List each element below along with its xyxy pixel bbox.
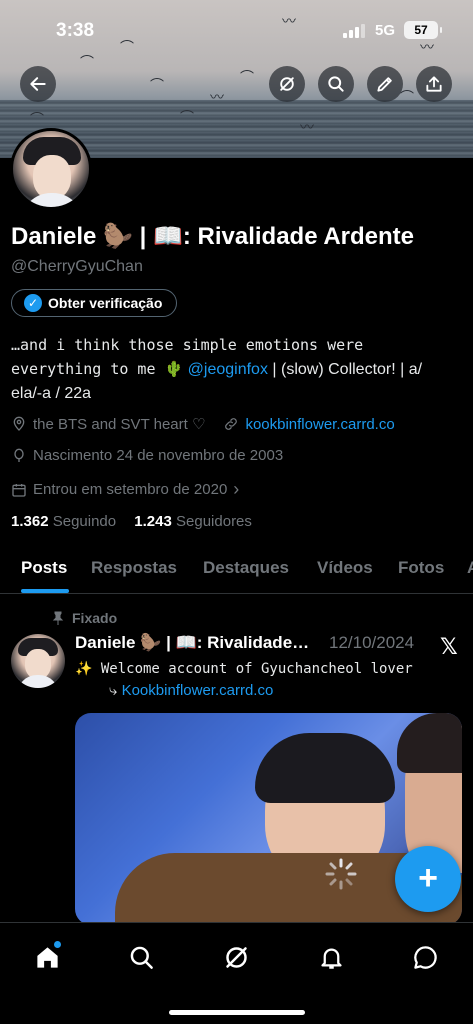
bio-line: …and i think those simple emotions were [11,336,364,354]
x-logo-icon: 𝕏 [440,634,458,659]
post-date[interactable]: 12/10/2024 [329,633,414,653]
search-button[interactable] [318,66,354,102]
pin-icon [52,611,64,625]
bio-line: ela/-a / 22a [11,385,92,402]
plus-icon: + [418,858,438,897]
pencil-icon [377,77,392,92]
post-text-line: ✨ Welcome account of Gyuchancheol lover [75,661,413,677]
network-type: 5G [375,22,396,39]
get-verified-label: Obter verificação [48,295,163,311]
chevron-right-icon: › [233,479,240,499]
verified-badge-icon: ✓ [24,294,42,312]
tab-more[interactable]: A [467,558,473,578]
nav-grok[interactable] [216,937,256,977]
bell-icon [320,948,342,969]
compose-button[interactable]: + [395,846,461,912]
edit-button[interactable] [367,66,403,102]
profile-bio: …and i think those simple emotions were … [11,333,456,406]
signal-icon [343,24,365,38]
post-header: Daniele 🦫 | 📖: Rivalidade… 12/10/2024 [75,633,465,653]
profile-name: Daniele 🦫 | 📖: Rivalidade Ardente [11,223,415,250]
grok-button[interactable] [269,66,305,102]
bird-decoration: ⌒ [150,77,164,93]
nav-search[interactable] [121,937,161,977]
nav-home[interactable] [27,937,67,977]
profile-location: the BTS and SVT heart ♡ [33,416,206,433]
profile-meta-row[interactable]: Entrou em setembro de 2020 › [11,479,239,500]
bio-mention-link[interactable]: @jeoginfox [188,361,268,378]
share-button[interactable] [416,66,452,102]
message-icon [413,945,437,969]
loading-spinner-icon [325,858,357,890]
active-tab-indicator [21,589,69,593]
get-verified-button[interactable]: ✓ Obter verificação [11,289,178,317]
status-bar: 3:38 5G 57 [0,0,473,60]
profile-website-link[interactable]: kookbinflower.carrd.co [245,416,394,433]
bird-decoration: 〰 [300,119,314,135]
nav-messages[interactable] [405,937,445,977]
post-text-line: ⤷ Kookbinflower.carrd.co [109,682,274,699]
follow-counts: 1.362 Seguindo 1.243 Seguidores [11,513,252,530]
profile-meta-row: the BTS and SVT heart ♡ kookbinflower.ca… [11,415,395,433]
tab-posts[interactable]: Posts [21,558,67,578]
back-button[interactable] [20,66,56,102]
tab-replies[interactable]: Respostas [91,558,177,578]
link-icon [225,418,238,430]
profile-avatar[interactable] [10,128,92,210]
status-time: 3:38 [56,20,95,41]
share-icon [426,76,442,92]
profile-meta-row: Nascimento 24 de novembro de 2003 [11,447,283,464]
calendar-icon [12,483,26,497]
pinned-label: Fixado [52,610,117,626]
search-icon [328,76,344,92]
notification-dot [54,941,61,948]
battery-icon: 57 [404,21,442,39]
followers-link[interactable]: 1.243 Seguidores [134,513,252,530]
profile-tabs: Posts Respostas Destaques Vídeos Fotos A [0,548,473,594]
location-icon [13,416,25,431]
bird-decoration: ⌒ [240,69,254,85]
grok-icon [280,77,294,91]
tab-videos[interactable]: Vídeos [317,558,373,578]
bio-line: everything to me 🌵 [11,360,184,378]
grok-icon [225,946,247,968]
search-icon [130,946,153,969]
balloon-icon [14,448,24,462]
post-text: ✨ Welcome account of Gyuchancheol lover … [75,658,465,702]
bird-decoration: ⌒ [180,109,194,125]
tab-highlights[interactable]: Destaques [203,558,289,578]
profile-handle: @CherryGyuChan [11,258,143,275]
bird-decoration: 〰 [210,89,224,105]
tab-photos[interactable]: Fotos [398,558,444,578]
profile-birthday: Nascimento 24 de novembro de 2003 [33,447,284,464]
bird-decoration: ⌒ [400,89,414,105]
post-author-avatar[interactable] [11,634,65,688]
bio-line: | (slow) Collector! | a/ [267,361,423,378]
arrow-left-icon [30,77,46,91]
following-link[interactable]: 1.362 Seguindo [11,513,116,530]
bottom-navigation [0,922,473,1024]
bird-decoration: ⌒ [30,111,44,127]
home-indicator[interactable] [169,1010,305,1015]
nav-notifications[interactable] [311,937,351,977]
post-link[interactable]: Kookbinflower.carrd.co [122,682,274,699]
post-author-name[interactable]: Daniele 🦫 | 📖: Rivalidade… [75,633,309,652]
profile-joined: Entrou em setembro de 2020 [33,481,228,498]
